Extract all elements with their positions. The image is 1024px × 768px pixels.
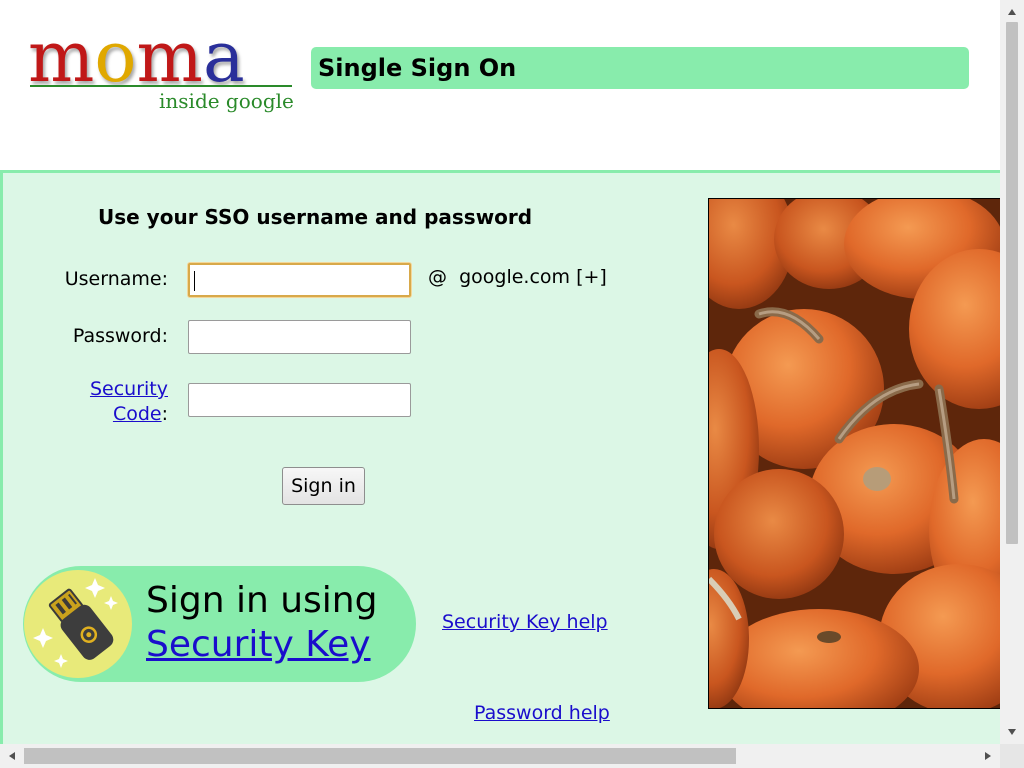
security-key-link[interactable]: Security Key: [146, 624, 371, 665]
pumpkins-image: [709, 199, 1000, 708]
vertical-scroll-thumb[interactable]: [1006, 22, 1018, 544]
form-heading: Use your SSO username and password: [98, 205, 533, 229]
security-key-help-link[interactable]: Security Key help: [442, 611, 608, 633]
password-help-link[interactable]: Password help: [474, 702, 610, 724]
username-label: Username:: [64, 268, 168, 290]
pumpkins-photo: [708, 198, 1000, 709]
security-code-colon: :: [161, 403, 168, 425]
logo-wordmark: moma: [28, 22, 245, 92]
page-viewport: moma inside google Single Sign On Use yo…: [0, 0, 1000, 744]
security-key-icon: [24, 570, 132, 678]
security-code-label: Security Code:: [60, 377, 168, 427]
scroll-right-arrow-icon[interactable]: [978, 744, 998, 768]
username-field[interactable]: [188, 263, 411, 297]
password-label: Password:: [72, 325, 168, 347]
password-field[interactable]: [188, 320, 411, 354]
security-key-text: Sign in using: [146, 580, 378, 621]
horizontal-scrollbar[interactable]: [0, 744, 1000, 768]
signin-button[interactable]: Sign in: [282, 467, 365, 505]
security-key-banner[interactable]: Sign in using Security Key: [23, 566, 416, 682]
security-code-field[interactable]: [188, 383, 411, 417]
moma-logo: moma inside google: [28, 22, 296, 120]
scroll-up-arrow-icon[interactable]: [1000, 2, 1024, 22]
vertical-scrollbar[interactable]: [1000, 0, 1024, 744]
text-caret: [194, 271, 195, 291]
horizontal-scroll-thumb[interactable]: [24, 748, 736, 764]
page-title: Single Sign On: [311, 47, 969, 89]
scrollbar-corner: [1000, 744, 1024, 768]
security-code-link-line2[interactable]: Code: [113, 403, 162, 425]
logo-subtitle: inside google: [159, 89, 294, 113]
security-code-link[interactable]: Security Code: [90, 378, 168, 425]
domain-suffix[interactable]: @ google.com [+]: [428, 266, 607, 288]
security-code-link-line1[interactable]: Security: [90, 378, 168, 400]
scroll-left-arrow-icon[interactable]: [2, 744, 22, 768]
logo-underline: [30, 85, 292, 87]
scroll-down-arrow-icon[interactable]: [1000, 722, 1024, 742]
